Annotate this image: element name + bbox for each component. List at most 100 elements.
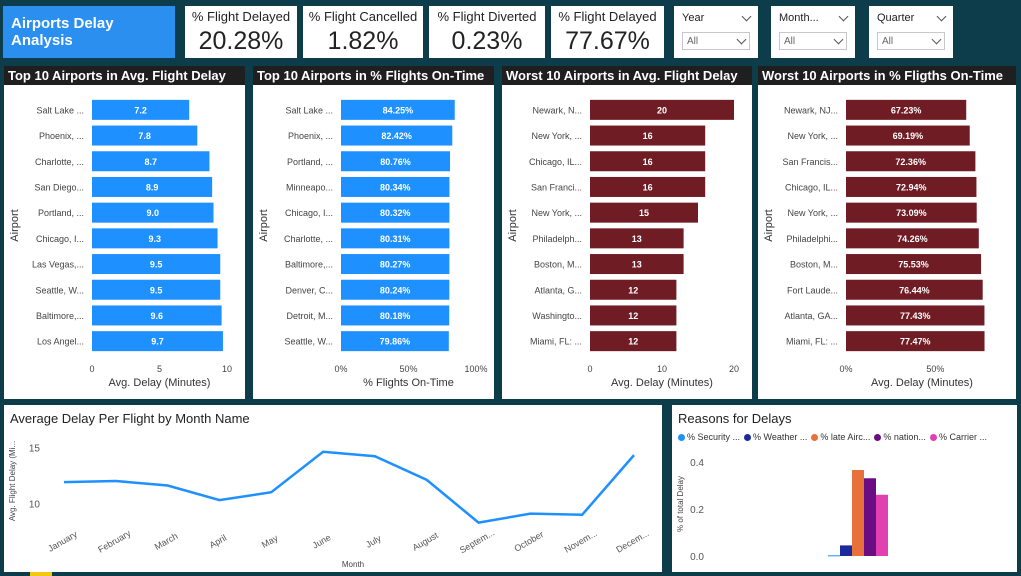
x-tick-label: Novem...	[563, 528, 599, 555]
category-label: Seattle, W...	[284, 337, 333, 347]
y-axis-label: % of total Delay	[676, 476, 685, 532]
chevron-down-icon	[736, 34, 747, 44]
data-label: 12	[628, 311, 638, 321]
data-label: 77.43%	[900, 311, 931, 321]
data-label: 8.7	[144, 157, 157, 167]
category-label: Philadelphi...	[786, 234, 838, 244]
category-label: Miami, FL: ...	[530, 337, 582, 347]
data-label: 84.25%	[383, 105, 414, 115]
page-tab-indicator[interactable]	[30, 572, 52, 576]
chart-legend[interactable]: % Security ... % Weather ... % late Airc..…	[672, 426, 1017, 442]
year-slicer[interactable]: Year All	[674, 6, 758, 58]
chevron-down-icon	[833, 34, 844, 44]
bar	[852, 470, 864, 556]
bar	[828, 555, 840, 557]
data-label: 9.0	[146, 208, 159, 218]
data-label: 13	[632, 234, 642, 244]
data-label: 77.47%	[900, 337, 931, 347]
top10-avg-delay-panel: Top 10 Airports in Avg. Flight Delay Air…	[4, 66, 245, 399]
data-label: 80.76%	[380, 157, 411, 167]
category-label: Chicago, IL...	[785, 182, 838, 192]
legend-label: % Carrier ...	[938, 432, 987, 442]
category-label: Salt Lake ...	[36, 105, 84, 115]
data-label: 80.32%	[380, 208, 411, 218]
category-label: Minneapo...	[286, 182, 333, 192]
bar	[864, 478, 876, 556]
kpi-label: % Flight Cancelled	[308, 9, 418, 24]
legend-item[interactable]: % Security ...	[678, 432, 740, 442]
bar	[840, 545, 852, 556]
x-tick-label: June	[311, 532, 333, 550]
category-label: Seattle, W...	[35, 285, 84, 295]
x-tick-label: August	[411, 530, 441, 553]
y-axis-label: Airport	[763, 209, 775, 241]
month-dropdown[interactable]: All	[779, 32, 847, 50]
top10-ontime-panel: Top 10 Airports in % Flights On-Time Air…	[253, 66, 494, 399]
legend-item[interactable]: % late Airc...	[811, 432, 870, 442]
data-label: 9.5	[150, 260, 163, 270]
report-title: Airports Delay Analysis	[3, 6, 175, 58]
x-axis-label: Avg. Delay (Minutes)	[611, 377, 713, 389]
y-tick-label: 15	[29, 443, 41, 454]
chevron-down-icon[interactable]	[838, 11, 849, 21]
category-label: Portland, ...	[287, 157, 333, 167]
kpi-label: % Flight Delayed	[558, 9, 657, 24]
slicer-value: All	[882, 35, 894, 47]
x-tick-label: April	[208, 533, 229, 551]
x-tick-label: 100%	[464, 364, 487, 374]
chart-title: Top 10 Airports in % Flights On-Time	[253, 66, 494, 85]
legend-item[interactable]: % nation...	[874, 432, 926, 442]
legend-item[interactable]: % Weather ...	[744, 432, 807, 442]
x-tick-label: 0	[587, 364, 592, 374]
monthly-delay-chart: 10 15 Avg. Flight Delay (Mi... January Febru…	[8, 441, 651, 569]
data-label: 74.26%	[897, 234, 928, 244]
y-axis-label: Airport	[9, 209, 21, 241]
delay-reasons-chart: 0.0 0.2 0.4 % of total Delay	[676, 458, 888, 563]
data-label: 9.7	[151, 337, 164, 347]
data-label: 80.31%	[380, 234, 411, 244]
category-label: Los Angel...	[37, 337, 84, 347]
category-label: San Diego...	[34, 182, 84, 192]
delay-reasons-panel: Reasons for Delays % Security ... % Weath…	[672, 405, 1017, 572]
chevron-down-icon[interactable]	[741, 11, 752, 21]
quarter-dropdown[interactable]: All	[877, 32, 945, 50]
category-label: Chicago, IL...	[529, 157, 582, 167]
category-label: Newark, N...	[532, 105, 582, 115]
kpi-card-flight-diverted: % Flight Diverted 0.23%	[429, 6, 545, 58]
chevron-down-icon[interactable]	[936, 11, 947, 21]
y-axis-label: Airport	[258, 209, 270, 241]
bar	[876, 494, 888, 556]
slicer-label: Month...	[779, 12, 819, 24]
quarter-slicer[interactable]: Quarter All	[869, 6, 953, 58]
data-label: 9.3	[149, 234, 162, 244]
legend-label: % Weather ...	[753, 432, 808, 442]
data-label: 82.42%	[381, 131, 412, 141]
data-label: 76.44%	[899, 285, 930, 295]
chart-title: Average Delay Per Flight by Month Name	[10, 411, 250, 426]
x-tick-label: July	[364, 533, 383, 550]
category-label: Charlotte, ...	[284, 234, 333, 244]
slicer-value: All	[784, 35, 796, 47]
legend-dot-icon	[929, 434, 937, 442]
data-label: 67.23%	[891, 105, 922, 115]
worst10-ontime-chart: Airport Newark, NJ... 67.23% New York, ... 6…	[763, 99, 985, 389]
data-label: 73.09%	[896, 208, 927, 218]
x-tick-label: 50%	[926, 364, 944, 374]
category-label: Phoenix, ...	[39, 131, 84, 141]
data-label: 72.94%	[896, 182, 927, 192]
x-axis-label: Avg. Delay (Minutes)	[109, 377, 211, 389]
legend-label: % Security ...	[687, 432, 741, 442]
x-tick-label: 0	[89, 364, 94, 374]
x-tick-label: February	[96, 528, 133, 555]
x-axis-label: % Flights On-Time	[363, 377, 454, 389]
data-label: 8.9	[146, 182, 159, 192]
legend-item[interactable]: % Carrier ...	[929, 432, 987, 442]
slicer-label: Year	[682, 12, 705, 24]
category-label: Boston, M...	[534, 260, 582, 270]
month-slicer[interactable]: Month... All	[771, 6, 855, 58]
category-label: Chicago, I...	[36, 234, 84, 244]
year-dropdown[interactable]: All	[682, 32, 750, 50]
chevron-down-icon	[931, 34, 942, 44]
x-tick-label: 10	[222, 364, 232, 374]
legend-dot-icon	[811, 434, 819, 442]
